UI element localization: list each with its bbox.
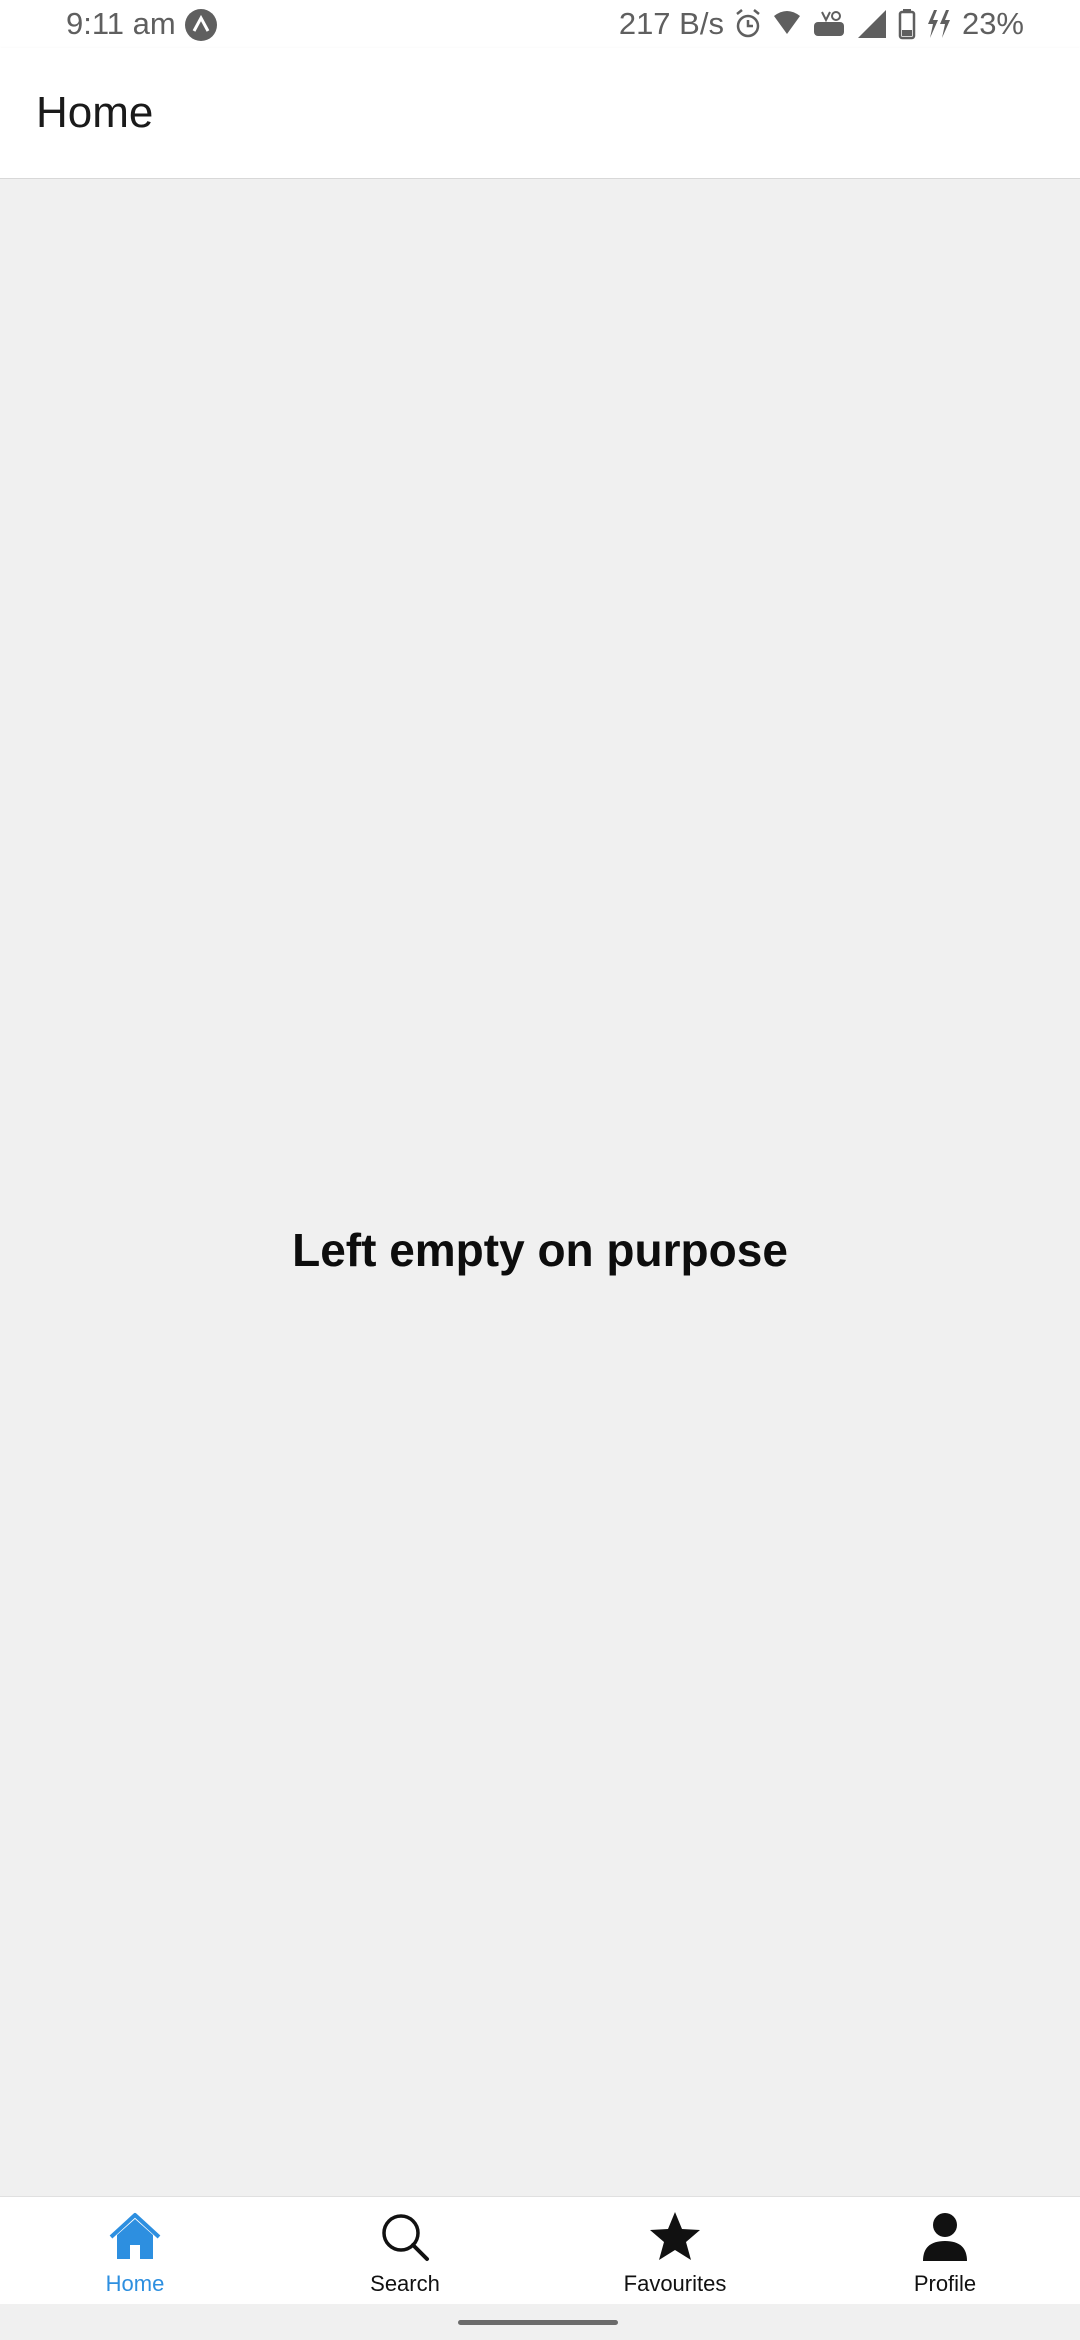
empty-state-message: Left empty on purpose xyxy=(292,1224,788,1276)
person-icon xyxy=(915,2197,975,2267)
tab-home-label: Home xyxy=(105,2271,165,2296)
app-header: Home xyxy=(0,48,1080,179)
battery-icon xyxy=(898,8,916,40)
tab-search-label: Search xyxy=(370,2271,440,2296)
app-notification-icon xyxy=(184,8,218,41)
tab-search[interactable]: Search xyxy=(270,2197,540,2305)
status-left: 9:11 am xyxy=(66,4,218,44)
cellular-signal-icon xyxy=(856,8,888,40)
main-content: Left empty on purpose xyxy=(0,179,1080,2097)
tab-profile-label: Profile xyxy=(913,2271,977,2296)
status-right: 217 B/s 23% xyxy=(619,4,1024,44)
network-speed: 217 B/s xyxy=(618,6,724,41)
page-title: Home xyxy=(36,88,154,137)
tab-home[interactable]: Home xyxy=(0,2197,270,2305)
gesture-bar-area xyxy=(0,2304,1080,2340)
status-time: 9:11 am xyxy=(66,6,176,41)
home-icon xyxy=(105,2197,165,2267)
wifi-icon xyxy=(772,8,802,40)
status-bar: 9:11 am 217 B/s 23% xyxy=(0,0,1080,48)
home-indicator[interactable] xyxy=(458,2320,618,2325)
bottom-navigation: Home Search Favourites Profile xyxy=(0,2196,1080,2305)
tab-favourites[interactable]: Favourites xyxy=(540,2197,810,2305)
alarm-icon xyxy=(734,8,762,40)
battery-percent: 23% xyxy=(961,6,1024,41)
volte-icon xyxy=(812,8,846,40)
star-icon xyxy=(645,2197,705,2267)
tab-profile[interactable]: Profile xyxy=(810,2197,1080,2305)
charging-icon xyxy=(926,8,952,40)
search-icon xyxy=(375,2197,435,2267)
tab-favourites-label: Favourites xyxy=(623,2271,727,2296)
